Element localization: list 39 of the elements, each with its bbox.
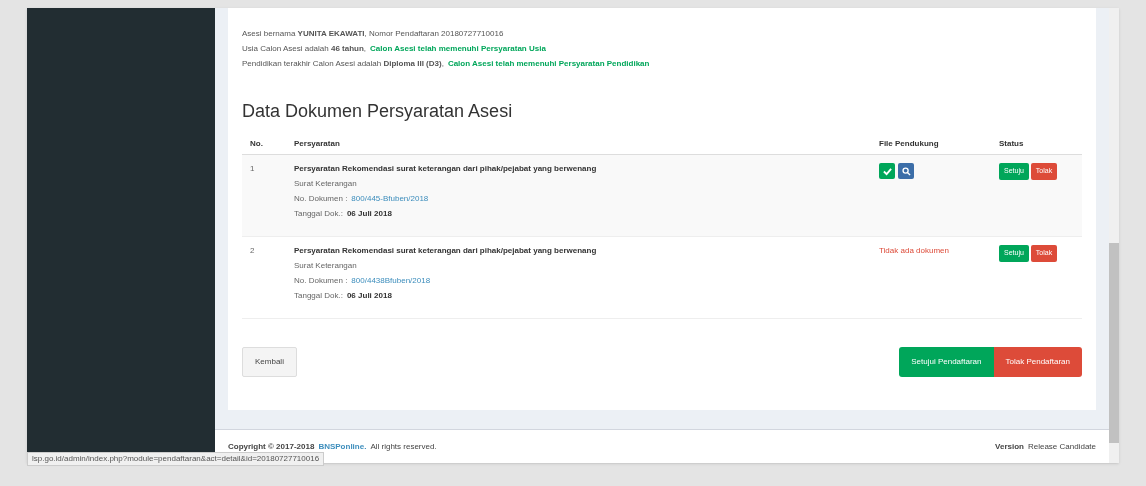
requirement-met-text: Calon Asesi telah memenuhi Persyaratan Usia bbox=[370, 43, 546, 55]
verify-button[interactable] bbox=[879, 163, 895, 179]
document-type: Surat Keterangan bbox=[294, 178, 358, 190]
document-date-label: Tanggal Dok.: bbox=[294, 290, 343, 302]
copyright-text: Copyright © 2017-2018 bbox=[228, 440, 315, 453]
status-bar-url: lsp.go.id/admin/index.php?module=pendaftaran&act=detail&id=20180727710016 bbox=[27, 452, 325, 466]
row-number: 2 bbox=[249, 245, 256, 257]
search-button[interactable] bbox=[898, 163, 914, 179]
row-number: 1 bbox=[249, 163, 256, 175]
column-header: No. bbox=[249, 137, 264, 150]
scrollbar[interactable] bbox=[1109, 8, 1119, 463]
info-text: Pendidikan terakhir Calon Asesi adalah Diploma III (D3), bbox=[242, 58, 444, 70]
search-icon bbox=[901, 166, 911, 176]
back-button[interactable]: Kembali bbox=[242, 347, 297, 377]
document-number-label: No. Dokumen : bbox=[294, 275, 348, 287]
approve-registration-button[interactable]: Setujui Pendaftaran bbox=[899, 347, 994, 377]
document-date: 06 Juli 2018 bbox=[346, 208, 392, 220]
document-date-label: Tanggal Dok.: bbox=[294, 208, 343, 220]
rights-text: All rights reserved. bbox=[370, 440, 437, 453]
requirement-title: Persyaratan Rekomendasi surat keterangan dari pihak/pejabat yang berwenang bbox=[294, 163, 598, 175]
document-number-link[interactable]: 800/4438Bfuben/2018 bbox=[351, 275, 431, 287]
document-type: Surat Keterangan bbox=[294, 260, 358, 272]
info-text: Asesi bernama YUNITA EKAWATI, Nomor Pendaftaran 20180727710016 bbox=[242, 28, 504, 40]
reject-registration-button[interactable]: Tolak Pendaftaran bbox=[993, 347, 1082, 377]
version-text: Release Candidate bbox=[1027, 440, 1096, 453]
version-label: Version bbox=[995, 440, 1024, 453]
column-header: Status bbox=[998, 137, 1024, 150]
footer-link[interactable]: BNSPonline. bbox=[318, 440, 367, 453]
info-text: Usia Calon Asesi adalah 46 tahun, bbox=[242, 43, 367, 55]
column-header: Persyaratan bbox=[293, 137, 341, 150]
requirement-met-text: Calon Asesi telah memenuhi Persyaratan Pendidikan bbox=[447, 58, 650, 70]
column-header: File Pendukung bbox=[878, 137, 940, 150]
checkmark-icon bbox=[882, 166, 892, 176]
no-document-text: Tidak ada dokumen bbox=[879, 246, 949, 255]
requirement-title: Persyaratan Rekomendasi surat keterangan dari pihak/pejabat yang berwenang bbox=[294, 245, 598, 257]
section-title: Data Dokumen Persyaratan Asesi bbox=[242, 100, 514, 123]
document-number-link[interactable]: 800/445-Bfuben/2018 bbox=[351, 193, 429, 205]
document-number-label: No. Dokumen : bbox=[294, 193, 348, 205]
document-date: 06 Juli 2018 bbox=[346, 290, 392, 302]
